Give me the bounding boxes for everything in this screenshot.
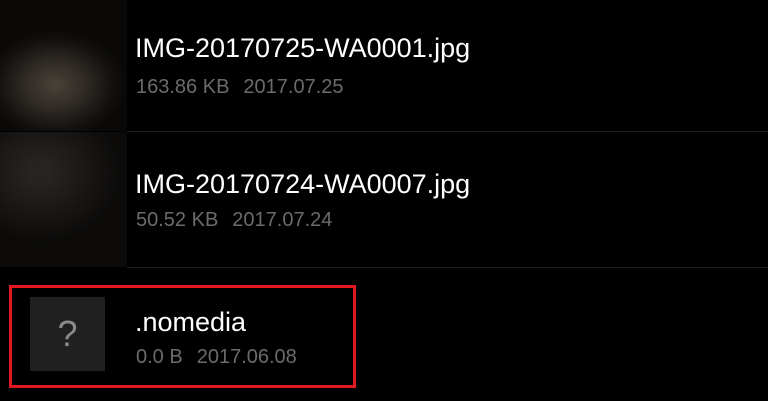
file-name: IMG-20170724-WA0007.jpg (135, 169, 471, 199)
file-date: 2017.07.24 (232, 209, 333, 231)
file-size: 0.0 B (136, 346, 183, 368)
unknown-file-icon: ? (30, 297, 105, 371)
image-thumbnail (0, 0, 127, 131)
file-date: 2017.06.08 (196, 346, 297, 368)
file-meta: 50.52 KB 2017.07.24 (136, 208, 332, 232)
image-thumbnail (0, 132, 127, 267)
file-row-img-20170725[interactable]: IMG-20170725-WA0001.jpg 163.86 KB 2017.07… (0, 0, 768, 131)
file-size: 50.52 KB (136, 209, 219, 231)
file-row-img-20170724[interactable]: IMG-20170724-WA0007.jpg 50.52 KB 2017.07.… (0, 132, 768, 267)
file-size: 163.86 KB (136, 76, 230, 98)
file-row-nomedia[interactable]: ? .nomedia 0.0 B 2017.06.08 (0, 268, 768, 401)
file-name: IMG-20170725-WA0001.jpg (135, 33, 471, 63)
file-date: 2017.07.25 (243, 76, 344, 98)
file-meta: 163.86 KB 2017.07.25 (136, 75, 344, 99)
file-meta: 0.0 B 2017.06.08 (136, 345, 297, 369)
file-name: .nomedia (135, 307, 247, 337)
question-mark-icon: ? (57, 313, 78, 354)
file-list: IMG-20170725-WA0001.jpg 163.86 KB 2017.07… (0, 0, 768, 401)
